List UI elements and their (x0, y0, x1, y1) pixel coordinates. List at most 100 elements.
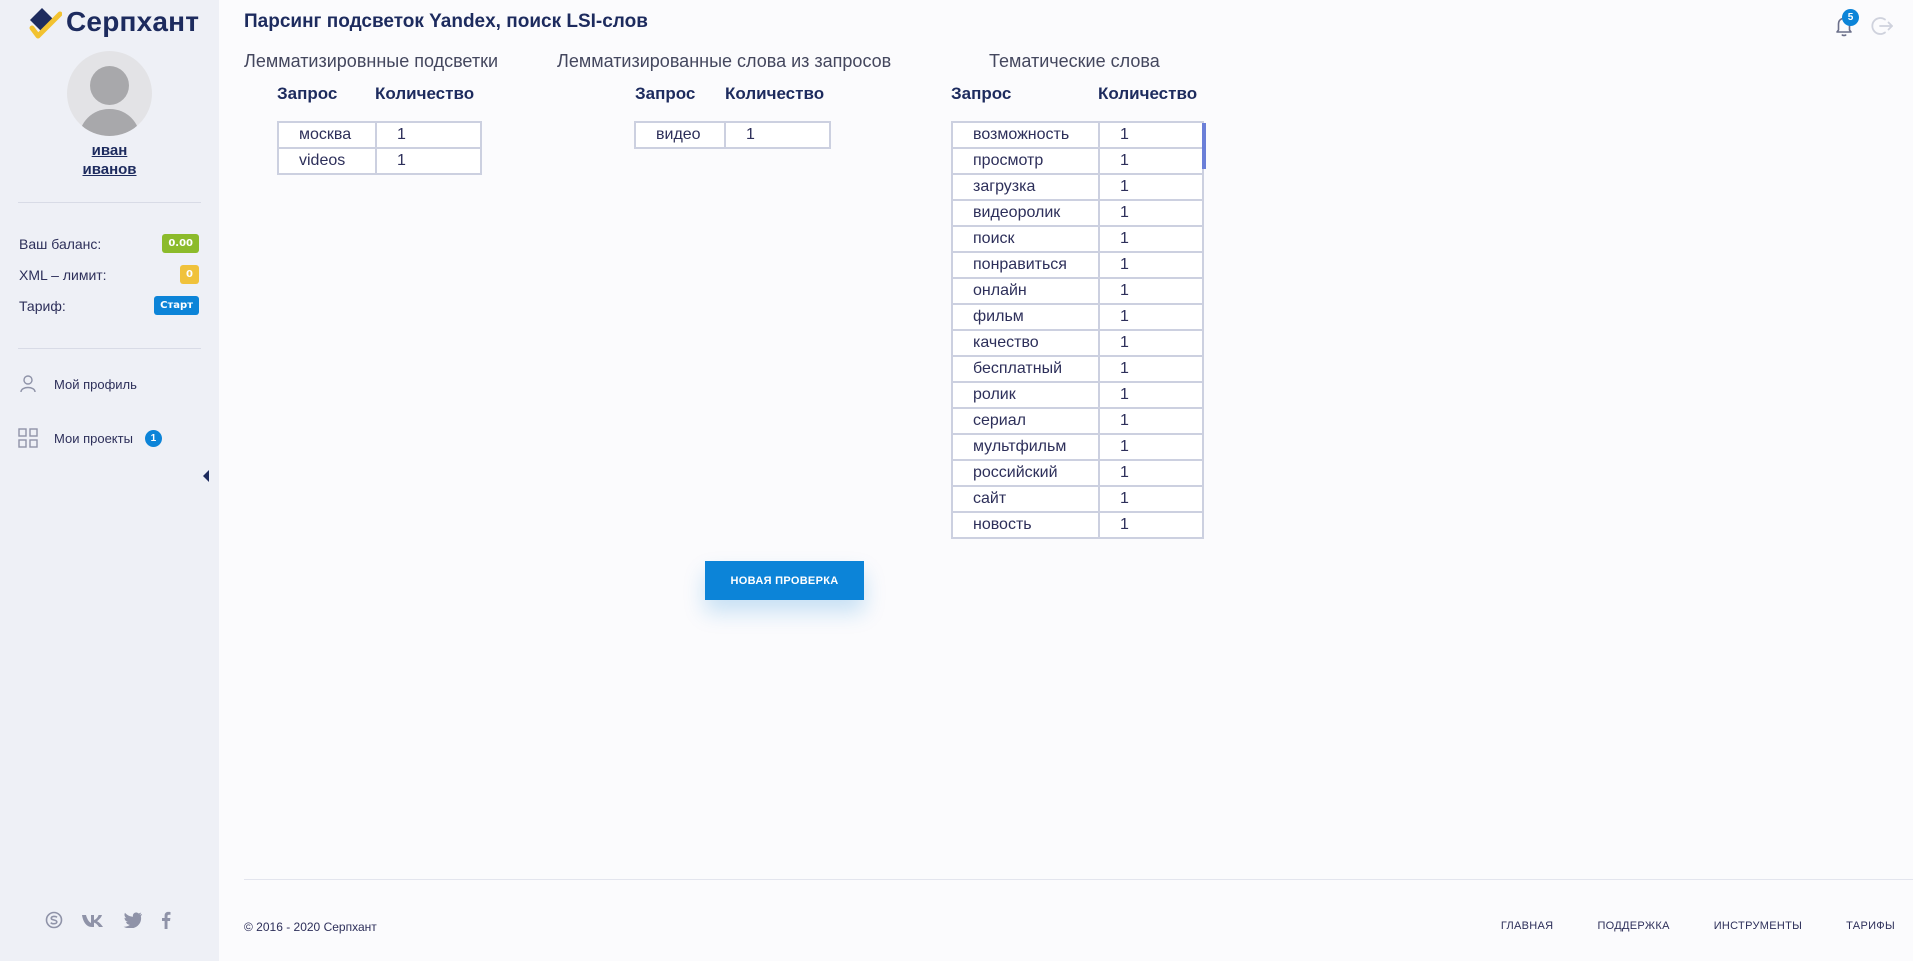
nav-my-projects[interactable]: Мои проекты 1 (18, 428, 162, 448)
query-cell: новость (951, 511, 1100, 539)
footer-link-tools[interactable]: ИНСТРУМЕНТЫ (1714, 920, 1802, 932)
query-cell: возможность (951, 121, 1100, 149)
social-links (45, 911, 171, 929)
count-cell: 1 (1098, 511, 1204, 539)
footer-link-support[interactable]: ПОДДЕРЖКА (1597, 920, 1669, 932)
table-row: российский 1 (951, 459, 1204, 487)
query-cell: понравиться (951, 251, 1100, 279)
col-header-query: Запрос (635, 84, 696, 103)
vk-icon[interactable] (81, 912, 105, 928)
skype-icon[interactable] (45, 911, 63, 929)
avatar[interactable] (67, 51, 152, 136)
count-cell: 1 (375, 121, 482, 149)
count-cell: 1 (1098, 459, 1204, 487)
col-header-query: Запрос (951, 84, 1012, 103)
count-cell: 1 (1098, 433, 1204, 461)
sidebar: Серпхант иван иванов Ваш баланс: 0.00 XM… (0, 0, 219, 961)
sidebar-collapse-icon[interactable] (203, 470, 209, 482)
thematic-words-table: возможность 1 просмотр 1 загрузка 1 видеоролик… (951, 121, 1204, 539)
copyright: © 2016 - 2020 Серпхант (244, 920, 377, 934)
section-title-highlights: Лемматизировнные подсветки (244, 51, 499, 71)
section-title-lemmatized-words: Лемматизированные слова из запросов (557, 51, 892, 71)
col-header-query: Запрос (277, 84, 338, 103)
count-cell: 1 (375, 147, 482, 175)
nav-my-profile[interactable]: Мой профиль (18, 374, 137, 394)
xml-limit-row: XML – лимит: 0 (19, 265, 199, 284)
projects-count-badge: 1 (144, 429, 162, 447)
table-row: загрузка 1 (951, 173, 1204, 201)
user-icon (20, 375, 36, 393)
section-title-thematic-words: Тематические слова (989, 51, 1160, 71)
query-cell: онлайн (951, 277, 1100, 305)
count-cell: 1 (1098, 303, 1204, 331)
lemmatized-words-table: видео 1 (634, 121, 831, 149)
count-cell: 1 (1098, 381, 1204, 409)
nav-my-projects-label: Мои проекты (54, 430, 133, 446)
footer-nav: ГЛАВНАЯ ПОДДЕРЖКА ИНСТРУМЕНТЫ ТАРИФЫ (1501, 920, 1895, 932)
table-row: просмотр 1 (951, 147, 1204, 175)
xml-limit-badge: 0 (180, 265, 199, 284)
table-row: ролик 1 (951, 381, 1204, 409)
highlights-table: москва 1 videos 1 (277, 121, 482, 175)
xml-limit-label: XML – лимит: (19, 266, 107, 283)
query-cell: ролик (951, 381, 1100, 409)
table-row: онлайн 1 (951, 277, 1204, 305)
logo-icon (29, 8, 62, 39)
count-cell: 1 (1098, 173, 1204, 201)
query-cell: videos (277, 147, 377, 175)
table-row: москва 1 (277, 121, 482, 149)
count-cell: 1 (1098, 485, 1204, 513)
twitter-icon[interactable] (123, 912, 143, 928)
query-cell: видеоролик (951, 199, 1100, 227)
scrollbar-thumb[interactable] (1202, 123, 1206, 169)
balance-row: Ваш баланс: 0.00 (19, 234, 199, 253)
user-last-name: иванов (82, 161, 137, 178)
logo[interactable]: Серпхант (26, 4, 199, 40)
count-cell: 1 (1098, 407, 1204, 435)
logout-icon[interactable] (1870, 14, 1894, 38)
query-cell: сериал (951, 407, 1100, 435)
table-row: возможность 1 (951, 121, 1204, 149)
count-cell: 1 (1098, 329, 1204, 357)
thematic-words-scroll[interactable]: возможность 1 просмотр 1 загрузка 1 видеоролик… (951, 121, 1205, 541)
user-name-link[interactable]: иван иванов (0, 141, 219, 179)
new-check-button[interactable]: НОВАЯ ПРОВЕРКА (705, 561, 864, 600)
table-row: бесплатный 1 (951, 355, 1204, 383)
divider (18, 202, 201, 203)
tariff-row: Тариф: Старт (19, 296, 199, 315)
query-cell: бесплатный (951, 355, 1100, 383)
tariff-label: Тариф: (19, 297, 66, 314)
count-cell: 1 (1098, 225, 1204, 253)
count-cell: 1 (1098, 199, 1204, 227)
count-cell: 1 (1098, 147, 1204, 175)
query-cell: видео (634, 121, 726, 149)
nav-my-profile-label: Мой профиль (54, 376, 137, 392)
query-cell: качество (951, 329, 1100, 357)
tariff-badge[interactable]: Старт (154, 296, 199, 315)
table-row: фильм 1 (951, 303, 1204, 331)
table-row: сайт 1 (951, 485, 1204, 513)
query-cell: москва (277, 121, 377, 149)
footer-link-home[interactable]: ГЛАВНАЯ (1501, 920, 1554, 932)
footer-divider (244, 879, 1913, 880)
table-row: качество 1 (951, 329, 1204, 357)
table-row: видео 1 (634, 121, 831, 149)
balance-label: Ваш баланс: (19, 235, 102, 252)
table-row: видеоролик 1 (951, 199, 1204, 227)
col-header-count: Количество (375, 84, 475, 103)
footer-link-tariffs[interactable]: ТАРИФЫ (1846, 920, 1895, 932)
count-cell: 1 (1098, 277, 1204, 305)
table-row: мультфильм 1 (951, 433, 1204, 461)
query-cell: загрузка (951, 173, 1100, 201)
table-row: новость 1 (951, 511, 1204, 539)
query-cell: просмотр (951, 147, 1100, 175)
query-cell: мультфильм (951, 433, 1100, 461)
query-cell: фильм (951, 303, 1100, 331)
notification-count-badge: 5 (1842, 9, 1859, 26)
count-cell: 1 (1098, 355, 1204, 383)
facebook-icon[interactable] (161, 911, 171, 929)
count-cell: 1 (1098, 251, 1204, 279)
count-cell: 1 (1098, 121, 1204, 149)
page-title: Парсинг подсветок Yandex, поиск LSI-слов (244, 11, 648, 32)
logo-text: Серпхант (66, 6, 200, 37)
